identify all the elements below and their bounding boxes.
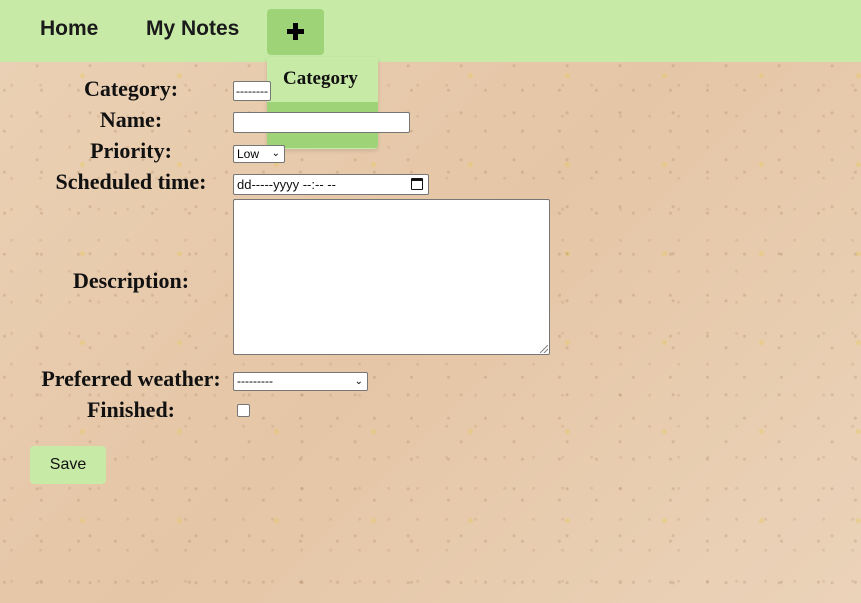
- nav-my-notes-link[interactable]: My Notes: [146, 17, 239, 41]
- description-label: Description:: [72, 268, 190, 293]
- resize-handle-icon[interactable]: [540, 345, 548, 353]
- save-button[interactable]: Save: [30, 446, 106, 484]
- calendar-icon[interactable]: [411, 178, 423, 190]
- finished-checkbox[interactable]: [237, 404, 250, 417]
- add-dropdown-menu: Category Note: [267, 57, 378, 149]
- scheduled-time-input[interactable]: dd-----yyyy --:-- --: [233, 174, 429, 195]
- scheduled-time-placeholder: dd-----yyyy --:-- --: [237, 177, 336, 192]
- priority-select[interactable]: Low ⌄: [233, 145, 285, 163]
- menu-item-category[interactable]: Category: [267, 57, 378, 103]
- preferred-weather-label: Preferred weather:: [41, 366, 221, 391]
- priority-value: Low: [237, 147, 260, 161]
- nav-home-link[interactable]: Home: [40, 17, 98, 41]
- scheduled-time-label: Scheduled time:: [55, 169, 207, 194]
- add-menu-button[interactable]: [267, 9, 324, 55]
- category-select[interactable]: --------: [233, 81, 271, 101]
- preferred-weather-select[interactable]: --------- ⌄: [233, 372, 368, 391]
- navbar: Home My Notes: [0, 0, 861, 62]
- priority-label: Priority:: [90, 138, 172, 163]
- name-label: Name:: [99, 107, 163, 132]
- chevron-down-icon: ⌄: [354, 376, 363, 387]
- description-textarea[interactable]: [233, 199, 550, 355]
- preferred-weather-value: ---------: [237, 374, 273, 388]
- chevron-down-icon: ⌄: [271, 148, 280, 159]
- finished-label: Finished:: [86, 397, 176, 422]
- name-input[interactable]: [233, 112, 410, 133]
- category-label: Category:: [83, 76, 179, 101]
